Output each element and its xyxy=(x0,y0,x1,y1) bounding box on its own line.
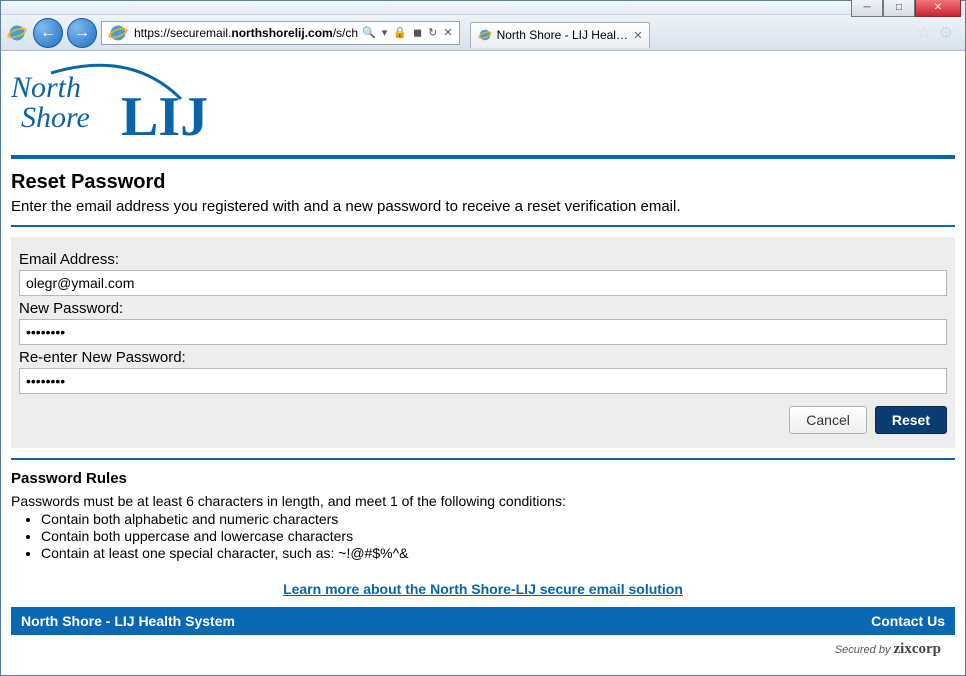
email-field[interactable] xyxy=(19,270,947,296)
section-divider xyxy=(11,458,955,460)
tab-title: North Shore - LIJ Health Sys... xyxy=(497,28,630,42)
favorites-star-icon[interactable]: ☆ xyxy=(916,23,930,43)
page-subtitle: Enter the email address you registered w… xyxy=(11,198,955,215)
compat-icon[interactable]: ◼ xyxy=(413,26,424,39)
rule-item: Contain both uppercase and lowercase cha… xyxy=(41,528,955,544)
browser-navbar: ← → https://securemail.northshorelij.com… xyxy=(1,15,965,51)
page-title: Reset Password xyxy=(11,171,955,194)
lock-icon: 🔒 xyxy=(393,26,409,39)
contact-us-link[interactable]: Contact Us xyxy=(871,613,945,629)
tab-favicon-icon xyxy=(477,27,493,43)
nav-back-button[interactable]: ← xyxy=(33,18,63,48)
reset-form: Email Address: New Password: Re-enter Ne… xyxy=(11,237,955,448)
reenter-password-field[interactable] xyxy=(19,368,947,394)
tools-gear-icon[interactable]: ⚙ xyxy=(939,23,953,43)
browser-tab[interactable]: North Shore - LIJ Health Sys... ✕ xyxy=(470,22,650,48)
new-password-label: New Password: xyxy=(19,300,947,317)
dropdown-icon[interactable]: ▾ xyxy=(382,26,390,39)
window-titlebar: ─ □ ✕ xyxy=(1,1,965,15)
ie-logo-icon xyxy=(5,21,29,45)
rule-item: Contain both alphabetic and numeric char… xyxy=(41,511,955,527)
rules-title: Password Rules xyxy=(11,470,955,487)
rule-item: Contain at least one special character, … xyxy=(41,545,955,561)
cancel-button[interactable]: Cancel xyxy=(789,406,867,434)
site-favicon-icon xyxy=(106,21,130,45)
window-maximize-button[interactable]: □ xyxy=(883,0,915,17)
nav-forward-button[interactable]: → xyxy=(67,18,97,48)
svg-text:Shore: Shore xyxy=(21,101,90,134)
rules-list: Contain both alphabetic and numeric char… xyxy=(11,511,955,561)
search-icon[interactable]: 🔍 xyxy=(362,26,378,39)
reset-button[interactable]: Reset xyxy=(875,406,947,434)
refresh-icon[interactable]: ↻ xyxy=(428,26,439,39)
svg-text:North: North xyxy=(11,71,81,104)
email-label: Email Address: xyxy=(19,251,947,268)
address-bar[interactable]: https://securemail.northshorelij.com/s/c… xyxy=(101,21,460,45)
window-minimize-button[interactable]: ─ xyxy=(851,0,883,17)
header-divider xyxy=(11,155,955,159)
learn-more-link[interactable]: Learn more about the North Shore-LIJ sec… xyxy=(11,581,955,597)
stop-icon[interactable]: ✕ xyxy=(443,26,454,39)
rules-intro: Passwords must be at least 6 characters … xyxy=(11,493,955,509)
new-password-field[interactable] xyxy=(19,319,947,345)
svg-text:LIJ: LIJ xyxy=(121,86,208,148)
window-close-button[interactable]: ✕ xyxy=(915,0,961,17)
footer-bar: North Shore - LIJ Health System Contact … xyxy=(11,607,955,635)
reenter-password-label: Re-enter New Password: xyxy=(19,349,947,366)
site-logo: North Shore LIJ xyxy=(11,57,955,155)
section-divider xyxy=(11,225,955,227)
url-text: https://securemail.northshorelij.com/s/c… xyxy=(134,26,358,40)
secured-by: Secured by zixcorp xyxy=(11,635,955,664)
footer-org: North Shore - LIJ Health System xyxy=(21,613,235,629)
tab-close-icon[interactable]: ✕ xyxy=(633,29,642,42)
